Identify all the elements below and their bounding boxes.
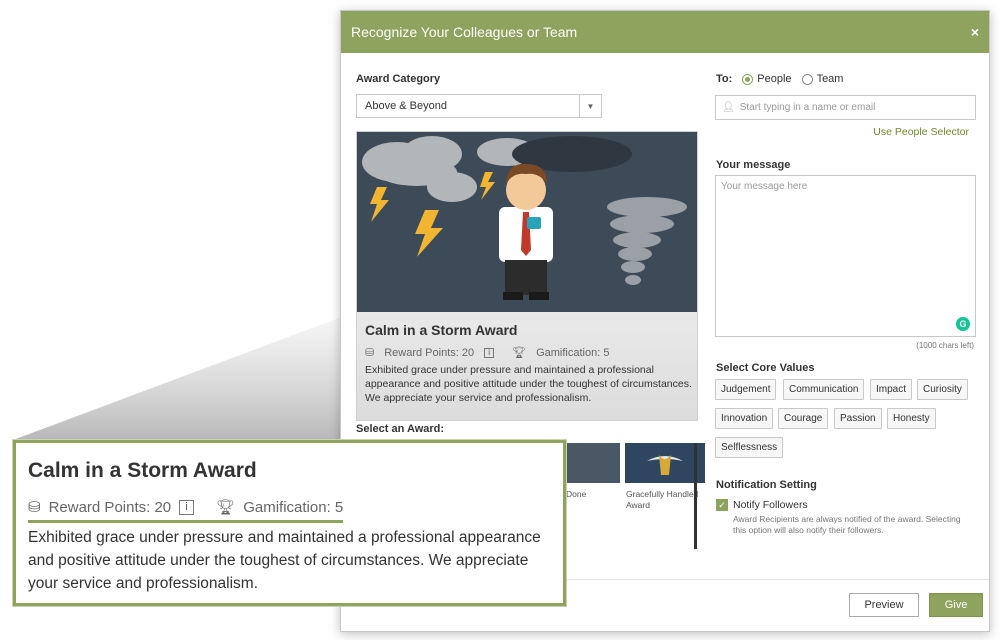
people-search-input[interactable]: 👤︎ Start typing in a name or email [715,95,976,120]
callout-award-description: Exhibited grace under pressure and maint… [28,529,541,592]
callout-reward-points: Reward Points: 20 [48,498,172,516]
grammarly-icon[interactable]: G [956,317,970,331]
team-radio[interactable] [801,73,813,85]
people-radio[interactable] [742,73,754,85]
team-radio-option[interactable]: Team [801,73,844,85]
award-thumbnail[interactable] [564,443,620,483]
award-title: Calm in a Storm Award [365,322,518,338]
coins-icon: ⛁ [365,347,375,359]
callout-award-title: Calm in a Storm Award [28,459,257,482]
chevron-down-icon[interactable]: ▼ [579,95,601,117]
core-value-chip[interactable]: Honesty [887,408,936,429]
thumbnail-scrollbar[interactable] [694,443,697,549]
core-value-chip[interactable]: Innovation [715,408,774,429]
people-radio-option[interactable]: People [742,73,792,85]
gamification-points: Gamification: 5 [536,346,610,359]
callout-gamification-points: Gamification: 5 [243,498,344,516]
notify-followers-label: Notify Followers [733,499,808,511]
message-label: Your message [716,159,791,171]
award-category-label: Award Category [356,73,441,85]
notify-followers-note: Award Recipients are always notified of … [733,514,961,535]
coins-icon: ⛁ [28,499,41,516]
core-values-label: Select Core Values [716,362,815,374]
info-icon: i [179,499,195,515]
award-preview-card: Calm in a Storm Award ⛁ Reward Points: 2… [356,131,698,421]
close-icon[interactable]: × [971,24,979,40]
team-radio-label: Team [816,73,844,85]
use-people-selector-link[interactable]: Use People Selector [873,126,969,138]
core-value-chip[interactable]: Courage [778,408,829,429]
trophy-icon: 🏆︎ [512,347,527,359]
notify-followers-row[interactable]: ✓ Notify Followers [716,499,808,511]
select-award-label: Select an Award: [356,423,445,435]
info-icon[interactable]: i [484,347,495,358]
modal-header: Recognize Your Colleagues or Team × [341,11,989,53]
award-thumbnail-label: Gracefully Handled Award [626,489,699,510]
recipient-type-row: To: People Team [716,73,847,85]
person-icon: 👤︎ [722,102,735,113]
core-value-chip[interactable]: Selflessness [715,437,784,458]
stage: Recognize Your Colleagues or Team × Awar… [0,0,1000,640]
people-radio-label: People [757,73,792,85]
award-thumbnail[interactable] [625,443,705,483]
award-category-select[interactable]: Above & Beyond ▼ [356,94,602,118]
notification-setting-label: Notification Setting [716,479,817,491]
award-thumbnail-label: Done [566,489,587,499]
core-value-chip[interactable]: Impact [870,379,913,400]
core-value-chip[interactable]: Passion [834,408,882,429]
core-value-chip[interactable]: Curiosity [917,379,968,400]
give-button[interactable]: Give [929,593,983,617]
reward-points: Reward Points: 20 [384,346,475,359]
modal-title: Recognize Your Colleagues or Team [351,24,578,40]
storm-illustration-icon [362,136,687,300]
lyre-icon [647,455,683,475]
people-search-placeholder: Start typing in a name or email [739,102,876,113]
award-illustration [357,132,697,312]
chars-left-counter: (1000 chars left) [916,341,974,350]
to-label: To: [716,73,733,85]
core-value-chip[interactable]: Judgement [715,379,777,400]
core-value-chip[interactable]: Communication [783,379,865,400]
award-category-value: Above & Beyond [365,100,447,112]
callout-award-meta: ⛁ Reward Points: 20 i 🏆︎ Gamification: 5 [28,498,344,523]
message-placeholder: Your message here [721,181,808,192]
award-description: Exhibited grace under pressure and maint… [365,364,692,404]
trophy-icon: 🏆︎ [216,499,236,516]
notify-followers-checkbox[interactable]: ✓ [716,499,728,511]
award-zoom-callout: Calm in a Storm Award ⛁ Reward Points: 2… [13,440,566,606]
message-textarea[interactable]: Your message here G [715,175,976,337]
award-meta: ⛁ Reward Points: 20 i 🏆︎ Gamification: 5 [365,346,610,360]
preview-button[interactable]: Preview [849,593,919,617]
